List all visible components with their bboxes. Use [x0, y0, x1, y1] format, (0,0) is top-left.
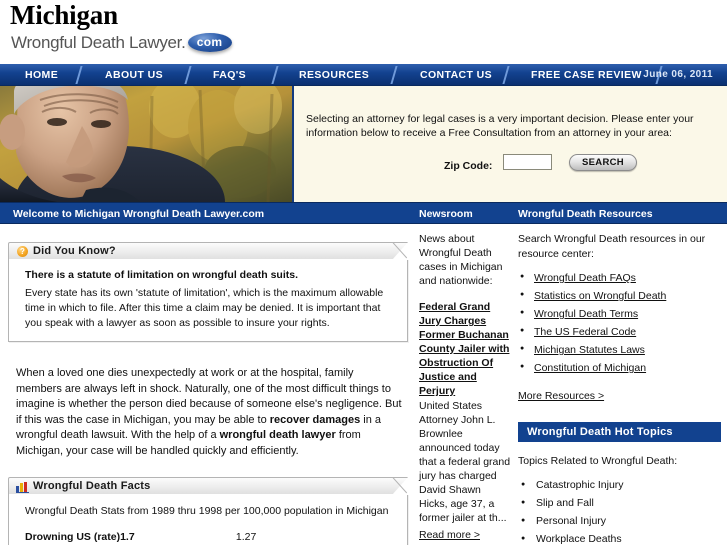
- resources-heading[interactable]: Wrongful Death Resources: [518, 203, 653, 225]
- main-navigation: HOME ABOUT US FAQ'S RESOURCES CONTACT US…: [0, 64, 727, 86]
- list-item: Constitution of Michigan: [518, 360, 721, 375]
- hero-photo: [0, 86, 292, 202]
- hot-topics-intro: Topics Related to Wrongful Death:: [518, 455, 678, 467]
- zip-search-row: Zip Code: SEARCH: [294, 154, 727, 178]
- facts-table: Drowning US (rate)1.7 1.27 Falls US (rat…: [25, 526, 395, 545]
- brand-tagline: Wrongful Death Lawyer. com: [11, 33, 232, 54]
- news-body-text: United States Attorney John L. Brownlee …: [419, 400, 511, 524]
- facts-header: Wrongful Death Facts: [8, 477, 408, 496]
- com-bubble-logo: com: [187, 33, 232, 52]
- nav-item-contact-us[interactable]: CONTACT US: [420, 64, 492, 86]
- facts-row-value: 1.27: [235, 531, 257, 543]
- newsroom-heading[interactable]: Newsroom: [419, 203, 473, 225]
- welcome-heading: Welcome to Michigan Wrongful Death Lawye…: [13, 208, 265, 220]
- folded-corner-line-icon: [388, 242, 408, 261]
- question-mark-icon: ?: [17, 246, 28, 257]
- read-more-link[interactable]: Read more >: [419, 529, 480, 541]
- facts-row-label: Drowning US (rate)1.7: [25, 531, 135, 543]
- hot-topics-list: Catastrophic Injury Slip and Fall Person…: [518, 478, 721, 545]
- did-you-know-body: There is a statute of limitation on wron…: [8, 259, 408, 342]
- nav-item-faqs[interactable]: FAQ'S: [213, 64, 246, 86]
- nav-item-about-us[interactable]: ABOUT US: [105, 64, 163, 86]
- list-item: The US Federal Code: [518, 324, 721, 339]
- resource-link-federal-code[interactable]: The US Federal Code: [534, 326, 636, 338]
- list-item: Statistics on Wrongful Death: [518, 288, 721, 303]
- main-intro-paragraph: When a loved one dies unexpectedly at wo…: [8, 366, 408, 459]
- consultation-intro-text: Selecting an attorney for legal cases is…: [306, 113, 694, 139]
- masthead: Michigan Wrongful Death Lawyer. com: [0, 0, 727, 64]
- did-you-know-title: Did You Know?: [33, 245, 116, 257]
- did-you-know-header: ? Did You Know?: [8, 242, 408, 261]
- bar-chart-icon: [16, 482, 29, 493]
- more-resources-link[interactable]: More Resources >: [518, 390, 604, 402]
- hot-topics-header: Wrongful Death Hot Topics: [518, 422, 721, 442]
- list-item: Michigan Statutes Laws: [518, 342, 721, 357]
- table-row: Drowning US (rate)1.7 1.27: [25, 526, 395, 545]
- list-item[interactable]: Catastrophic Injury: [518, 478, 721, 492]
- zip-code-label: Zip Code:: [444, 160, 493, 172]
- resource-link-statistics[interactable]: Statistics on Wrongful Death: [534, 290, 666, 302]
- nav-separator-icon: [390, 66, 406, 84]
- list-item[interactable]: Personal Injury: [518, 514, 721, 528]
- list-item[interactable]: Workplace Deaths: [518, 532, 721, 545]
- did-you-know-lead: There is a statute of limitation on wron…: [25, 269, 299, 281]
- list-item: Wrongful Death FAQs: [518, 270, 721, 285]
- section-bar: Welcome to Michigan Wrongful Death Lawye…: [0, 202, 727, 224]
- list-item: Wrongful Death Terms: [518, 306, 721, 321]
- facts-body: Wrongful Death Stats from 1989 thru 1998…: [8, 494, 408, 545]
- nav-item-home[interactable]: HOME: [25, 64, 58, 86]
- resource-link-statutes[interactable]: Michigan Statutes Laws: [534, 344, 645, 356]
- main-paragraph-bold2: wrongful death lawyer: [219, 429, 336, 441]
- main-paragraph-bold1: recover damages: [269, 413, 361, 426]
- brand-state-name: Michigan: [10, 0, 118, 30]
- zip-code-input[interactable]: [503, 154, 552, 170]
- page-root: Michigan Wrongful Death Lawyer. com HOME …: [0, 0, 727, 545]
- nav-separator-icon: [184, 66, 200, 84]
- resource-link-terms[interactable]: Wrongful Death Terms: [534, 308, 638, 320]
- consultation-panel: Selecting an attorney for legal cases is…: [292, 86, 727, 202]
- left-column: ? Did You Know? There is a statute of li…: [8, 228, 408, 545]
- resource-link-constitution[interactable]: Constitution of Michigan: [534, 362, 646, 374]
- facts-title: Wrongful Death Facts: [33, 480, 151, 492]
- list-item[interactable]: Slip and Fall: [518, 496, 721, 510]
- wrongful-death-facts-panel: Wrongful Death Facts Wrongful Death Stat…: [8, 477, 408, 545]
- news-headline-link[interactable]: Federal Grand Jury Charges Former Buchan…: [419, 300, 511, 398]
- news-intro-text: News about Wrongful Death cases in Michi…: [419, 233, 503, 287]
- facts-note: Wrongful Death Stats from 1989 thru 1998…: [25, 505, 389, 517]
- current-date: June 06, 2011: [643, 69, 713, 80]
- nav-separator-icon: [502, 66, 518, 84]
- folded-corner-line-icon: [388, 477, 408, 496]
- nav-item-resources[interactable]: RESOURCES: [299, 64, 369, 86]
- nav-separator-icon: [75, 66, 91, 84]
- nav-separator-icon: [271, 66, 287, 84]
- nav-item-free-case-review[interactable]: FREE CASE REVIEW: [531, 64, 642, 86]
- newsroom-column: News about Wrongful Death cases in Michi…: [419, 232, 511, 543]
- did-you-know-panel: ? Did You Know? There is a statute of li…: [8, 242, 408, 342]
- resource-link-faqs[interactable]: Wrongful Death FAQs: [534, 272, 636, 284]
- did-you-know-text: Every state has its own 'statute of limi…: [25, 287, 384, 329]
- brand-tagline-text: Wrongful Death Lawyer.: [11, 33, 186, 52]
- resources-link-list: Wrongful Death FAQs Statistics on Wrongf…: [518, 270, 721, 375]
- resources-column: Search Wrongful Death resources in our r…: [518, 232, 721, 545]
- resources-intro-text: Search Wrongful Death resources in our r…: [518, 233, 706, 260]
- hero-section: Selecting an attorney for legal cases is…: [0, 86, 727, 202]
- search-button[interactable]: SEARCH: [569, 154, 637, 171]
